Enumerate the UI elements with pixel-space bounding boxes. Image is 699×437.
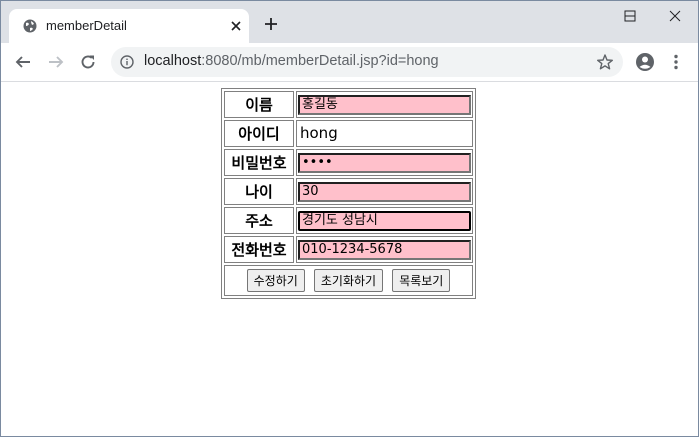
update-button[interactable]: 수정하기 bbox=[246, 269, 305, 292]
browser-tab[interactable]: memberDetail bbox=[9, 9, 249, 43]
maximize-icon bbox=[624, 10, 636, 22]
cell-address: 경기도 성남시 bbox=[296, 207, 473, 234]
close-window-icon bbox=[669, 10, 681, 22]
url-host: localhost bbox=[144, 53, 202, 69]
globe-icon bbox=[23, 19, 37, 33]
password-input[interactable]: •••• bbox=[298, 152, 471, 173]
more-vert-icon[interactable] bbox=[667, 53, 685, 71]
row-phone: 전화번호 010-1234-5678 bbox=[224, 236, 473, 263]
phone-input[interactable]: 010-1234-5678 bbox=[298, 239, 471, 260]
arrow-right-icon[interactable] bbox=[47, 53, 65, 71]
list-button[interactable]: 목록보기 bbox=[392, 269, 451, 292]
row-password: 비밀번호 •••• bbox=[224, 149, 473, 176]
label-password: 비밀번호 bbox=[224, 149, 294, 176]
row-id: 아이디 hong bbox=[224, 120, 473, 147]
button-cell: 수정하기 초기화하기 목록보기 bbox=[224, 265, 473, 296]
cell-name: 홍길동 bbox=[296, 91, 473, 118]
row-age: 나이 30 bbox=[224, 178, 473, 205]
label-id: 아이디 bbox=[224, 120, 294, 147]
title-bar: memberDetail bbox=[1, 1, 698, 43]
plus-icon[interactable] bbox=[263, 16, 279, 32]
label-address: 주소 bbox=[224, 207, 294, 234]
minimize-area bbox=[560, 1, 606, 31]
close-window-button[interactable] bbox=[652, 1, 698, 31]
cell-age: 30 bbox=[296, 178, 473, 205]
row-address: 주소 경기도 성남시 bbox=[224, 207, 473, 234]
page-content: 이름 홍길동 아이디 hong 비밀번호 •••• 나이 30 주소 경기도 성… bbox=[1, 82, 698, 436]
address-bar[interactable]: localhost:8080/mb/memberDetail.jsp?id=ho… bbox=[111, 47, 623, 77]
star-icon[interactable] bbox=[596, 53, 614, 71]
browser-toolbar: localhost:8080/mb/memberDetail.jsp?id=ho… bbox=[1, 43, 698, 82]
tab-title: memberDetail bbox=[46, 18, 127, 33]
row-name: 이름 홍길동 bbox=[224, 91, 473, 118]
id-value: hong bbox=[300, 124, 338, 142]
cell-id: hong bbox=[296, 120, 473, 147]
info-icon[interactable] bbox=[120, 55, 134, 69]
label-name: 이름 bbox=[224, 91, 294, 118]
address-input[interactable]: 경기도 성남시 bbox=[298, 210, 471, 231]
account-icon[interactable] bbox=[635, 52, 655, 72]
reload-icon[interactable] bbox=[79, 53, 97, 71]
url-text: localhost:8080/mb/memberDetail.jsp?id=ho… bbox=[144, 53, 439, 69]
cell-phone: 010-1234-5678 bbox=[296, 236, 473, 263]
age-input[interactable]: 30 bbox=[298, 181, 471, 202]
cell-password: •••• bbox=[296, 149, 473, 176]
row-buttons: 수정하기 초기화하기 목록보기 bbox=[224, 265, 473, 296]
member-detail-table: 이름 홍길동 아이디 hong 비밀번호 •••• 나이 30 주소 경기도 성… bbox=[221, 88, 476, 299]
name-input[interactable]: 홍길동 bbox=[298, 94, 471, 115]
arrow-left-icon[interactable] bbox=[14, 53, 32, 71]
reset-button[interactable]: 초기화하기 bbox=[313, 269, 384, 292]
label-age: 나이 bbox=[224, 178, 294, 205]
url-path: :8080/mb/memberDetail.jsp?id=hong bbox=[201, 53, 439, 69]
label-phone: 전화번호 bbox=[224, 236, 294, 263]
close-icon[interactable] bbox=[228, 18, 244, 34]
maximize-button[interactable] bbox=[607, 1, 653, 31]
browser-window: memberDetail localhost:8080/mb/memberDet… bbox=[0, 0, 699, 437]
